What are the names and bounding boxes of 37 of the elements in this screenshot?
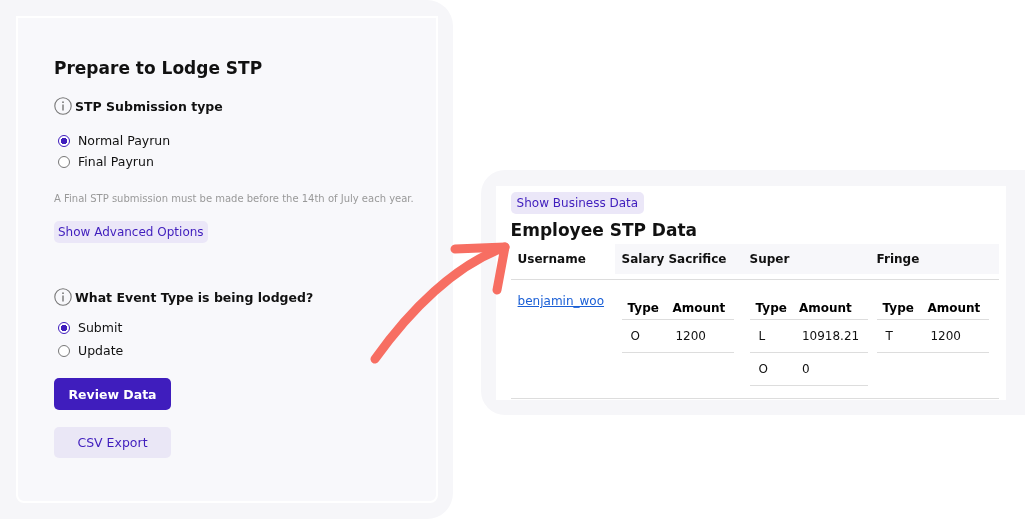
radio-button[interactable] [58, 321, 70, 334]
question-label: What Event Type is being lodged? [75, 289, 314, 305]
table-cell: 1200 [921, 319, 989, 353]
column-header: Type [876, 295, 922, 320]
column-header: Amount [792, 295, 869, 320]
radio-label[interactable]: Update [78, 343, 124, 358]
form-title: Prepare to Lodge STP [54, 58, 264, 78]
csv-export-button[interactable]: CSV Export [54, 427, 171, 458]
column-header: Type [749, 295, 793, 320]
table-cell: T [876, 319, 922, 353]
section-title: Employee STP Data [510, 220, 699, 240]
radio-label[interactable]: Final Payrun [78, 154, 154, 169]
column-header: Fringe [869, 244, 999, 274]
info-icon [54, 288, 72, 306]
radio-label[interactable]: Submit [78, 320, 123, 335]
table-cell: 0 [792, 352, 869, 386]
table-cell: 1200 [666, 319, 734, 353]
radio-button[interactable] [58, 134, 70, 147]
radio-button[interactable] [58, 155, 70, 168]
info-icon [54, 97, 72, 115]
question-label: STP Submission type [75, 98, 223, 114]
review-data-button[interactable]: Review Data [54, 378, 171, 410]
column-header: Salary Sacrifice [614, 244, 743, 274]
column-header: Amount [921, 295, 989, 320]
username-link[interactable]: benjamin_woo [517, 294, 604, 308]
radio-button[interactable] [58, 344, 70, 357]
hint-text: A Final STP submission must be made before the 14th of July each year. [54, 193, 415, 204]
column-header: Type [621, 295, 667, 320]
table-cell: O [749, 352, 793, 386]
table-cell: L [749, 319, 793, 353]
radio-label[interactable]: Normal Payrun [78, 133, 171, 148]
table-cell: 10918.21 [792, 319, 869, 353]
column-header: Amount [666, 295, 734, 320]
column-header: Super [742, 244, 870, 274]
advanced-options-button[interactable]: Show Advanced Options [54, 221, 208, 243]
table-cell: O [621, 319, 667, 353]
business-data-button[interactable]: Show Business Data [510, 192, 645, 214]
